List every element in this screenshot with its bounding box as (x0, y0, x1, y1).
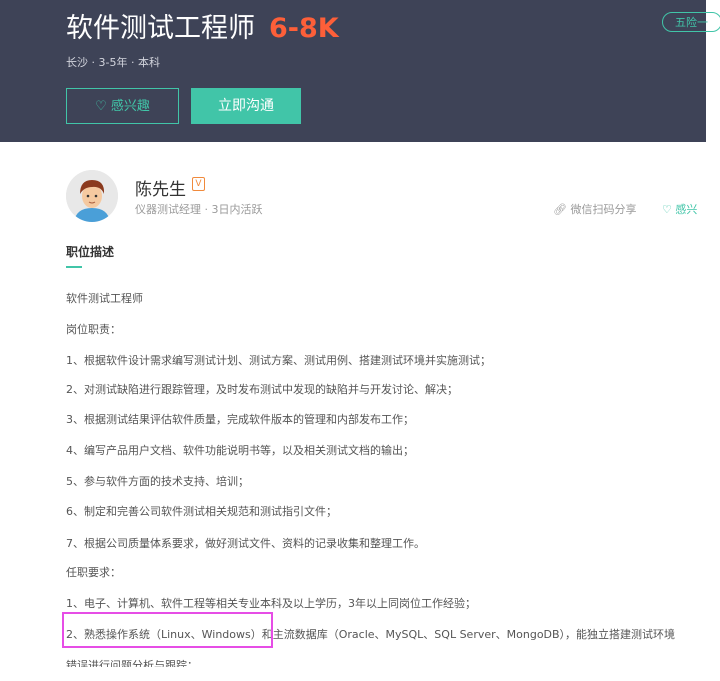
section-underline (66, 266, 82, 268)
description-line: 岗位职责： (66, 323, 121, 336)
job-title: 软件测试工程师 6-8K (66, 6, 339, 45)
share-link[interactable]: 🔗︎ 微信扫码分享 (553, 201, 636, 217)
link-icon: 🔗︎ (553, 203, 567, 216)
description-line: 1、电子、计算机、软件工程等相关专业本科及以上学历，3年以上同岗位工作经验； (66, 597, 476, 610)
chat-now-button[interactable]: 立即沟通 (191, 88, 301, 124)
verified-badge-icon: V (192, 177, 205, 191)
description-line-cut: 错误进行问题分析与跟踪； (66, 659, 198, 667)
description-line: 7、根据公司质量体系要求，做好测试文件、资料的记录收集和整理工作。 (66, 537, 425, 550)
description-line: 1、根据软件设计需求编写测试计划、测试方案、测试用例、搭建测试环境并实施测试； (66, 354, 491, 367)
interest-link[interactable]: ♡ 感兴 (662, 201, 697, 217)
interest-link-label: 感兴 (675, 203, 698, 216)
heart-icon: ♡ (662, 203, 672, 216)
recruiter-name: 陈先生 (135, 180, 186, 200)
description-line: 6、制定和完善公司软件测试相关规范和测试指引文件； (66, 505, 337, 518)
highlight-box (62, 612, 273, 648)
interest-button-label: 感兴趣 (110, 99, 150, 114)
job-header: 软件测试工程师 6-8K 长沙 · 3-5年 · 本科 五险一 ♡ 感兴趣 立即沟… (0, 0, 720, 142)
heart-icon: ♡ (95, 99, 107, 114)
section-title: 职位描述 (66, 245, 115, 259)
interest-button[interactable]: ♡ 感兴趣 (66, 88, 179, 124)
description-line: 5、参与软件方面的技术支持、培训； (66, 475, 249, 488)
description-line: 4、编写产品用户文档、软件功能说明书等，以及相关测试文档的输出； (66, 444, 414, 457)
avatar-illustration (66, 170, 118, 222)
salary: 6-8K (269, 13, 339, 44)
recruiter-meta: 仪器测试经理 · 3日内活跃 (135, 203, 263, 216)
avatar (66, 170, 118, 222)
description-line: 任职要求： (66, 566, 121, 579)
job-title-text: 软件测试工程师 (66, 13, 255, 44)
welfare-badge[interactable]: 五险一 (662, 12, 720, 32)
job-meta: 长沙 · 3-5年 · 本科 (66, 56, 160, 69)
description-line: 3、根据测试结果评估软件质量，完成软件版本的管理和内部发布工作； (66, 413, 414, 426)
description-line: 软件测试工程师 (66, 292, 143, 305)
description-line: 2、对测试缺陷进行跟踪管理，及时发布测试中发现的缺陷并与开发讨论、解决； (66, 383, 458, 396)
share-label: 微信扫码分享 (570, 203, 637, 216)
